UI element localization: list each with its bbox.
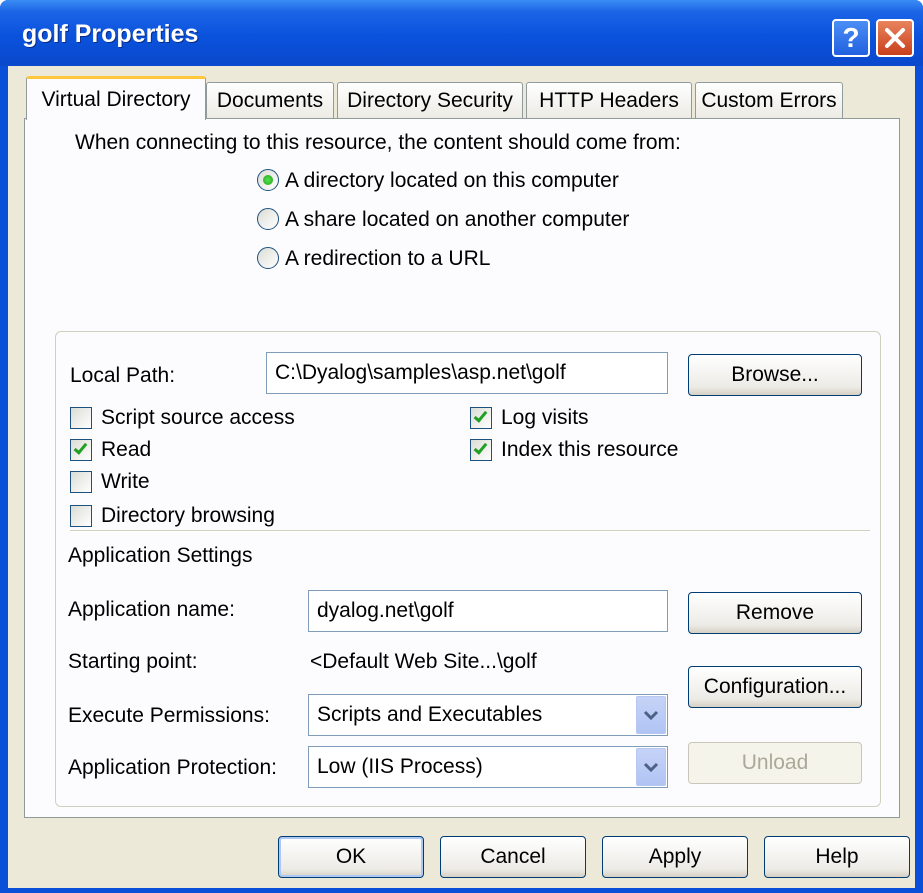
dropdown-button[interactable] bbox=[636, 696, 666, 734]
browse-button[interactable]: Browse... bbox=[688, 354, 862, 396]
starting-point-label: Starting point: bbox=[68, 650, 198, 673]
check-icon bbox=[473, 440, 488, 455]
local-path-label: Local Path: bbox=[70, 364, 176, 387]
checkbox-label: Log visits bbox=[501, 406, 589, 429]
script-source-access-checkbox[interactable] bbox=[70, 407, 92, 429]
radio-network-share[interactable] bbox=[257, 208, 279, 230]
tab-virtual-directory[interactable]: Virtual Directory bbox=[26, 76, 206, 120]
execute-permissions-select[interactable]: Scripts and Executables bbox=[308, 694, 668, 736]
chevron-down-icon bbox=[643, 710, 659, 721]
remove-label: Remove bbox=[735, 601, 815, 624]
chevron-down-icon bbox=[643, 762, 659, 773]
tab-custom-errors[interactable]: Custom Errors bbox=[695, 82, 843, 118]
local-path-input[interactable]: C:\Dyalog\samples\asp.net\golf bbox=[266, 352, 668, 394]
window-title: golf Properties bbox=[22, 20, 199, 48]
checkbox-label: Index this resource bbox=[501, 438, 679, 461]
app-name-input[interactable]: dyalog.net\golf bbox=[308, 590, 668, 632]
write-checkbox[interactable] bbox=[70, 471, 92, 493]
tab-label: Virtual Directory bbox=[41, 87, 191, 111]
help-button[interactable]: ? bbox=[832, 19, 870, 57]
browse-label: Browse... bbox=[731, 363, 819, 386]
checkbox-label: Directory browsing bbox=[101, 504, 275, 527]
app-name-label: Application name: bbox=[68, 598, 235, 621]
app-name-value: dyalog.net\golf bbox=[317, 599, 454, 622]
apply-button[interactable]: Apply bbox=[602, 836, 748, 878]
tab-directory-security[interactable]: Directory Security bbox=[337, 82, 523, 118]
settings-group: Local Path: C:\Dyalog\samples\asp.net\go… bbox=[55, 331, 881, 807]
unload-label: Unload bbox=[741, 751, 809, 774]
cancel-button[interactable]: Cancel bbox=[440, 836, 586, 878]
radio-label: A share located on another computer bbox=[285, 208, 630, 231]
remove-button[interactable]: Remove bbox=[688, 592, 862, 634]
check-icon bbox=[73, 440, 88, 455]
ok-label: OK bbox=[335, 845, 367, 868]
radio-url-redirection[interactable] bbox=[257, 247, 279, 269]
checkbox-label: Script source access bbox=[101, 406, 295, 429]
read-checkbox[interactable] bbox=[70, 439, 92, 461]
help-footer-button[interactable]: Help bbox=[764, 836, 910, 878]
close-icon bbox=[885, 28, 905, 48]
help-label: Help bbox=[815, 845, 859, 868]
local-path-value: C:\Dyalog\samples\asp.net\golf bbox=[275, 361, 566, 384]
tab-label: Custom Errors bbox=[701, 88, 837, 112]
app-protection-label: Application Protection: bbox=[68, 756, 277, 779]
tab-label: Directory Security bbox=[347, 88, 513, 112]
execute-permissions-label: Execute Permissions: bbox=[68, 704, 270, 727]
content-source-prompt: When connecting to this resource, the co… bbox=[75, 131, 681, 154]
radio-label: A redirection to a URL bbox=[285, 247, 491, 270]
app-protection-select[interactable]: Low (IIS Process) bbox=[308, 746, 668, 788]
app-settings-heading: Application Settings bbox=[68, 544, 253, 567]
radio-label: A directory located on this computer bbox=[285, 169, 619, 192]
ok-button[interactable]: OK bbox=[278, 836, 424, 878]
help-icon: ? bbox=[842, 22, 860, 53]
log-visits-checkbox[interactable] bbox=[470, 407, 492, 429]
dialog-client-area: Virtual Directory Documents Directory Se… bbox=[8, 66, 915, 888]
dropdown-button[interactable] bbox=[636, 748, 666, 786]
tab-panel-virtual-directory: When connecting to this resource, the co… bbox=[24, 118, 900, 818]
cancel-label: Cancel bbox=[480, 845, 546, 868]
starting-point-value: <Default Web Site...\golf bbox=[310, 650, 537, 673]
configuration-button[interactable]: Configuration... bbox=[688, 666, 862, 708]
execute-permissions-value: Scripts and Executables bbox=[317, 703, 543, 726]
app-protection-value: Low (IIS Process) bbox=[317, 755, 483, 778]
title-bar[interactable]: golf Properties ? bbox=[0, 0, 923, 66]
unload-button[interactable]: Unload bbox=[688, 742, 862, 784]
close-button[interactable] bbox=[876, 19, 914, 57]
apply-label: Apply bbox=[648, 845, 702, 868]
directory-browsing-checkbox[interactable] bbox=[70, 505, 92, 527]
tab-documents[interactable]: Documents bbox=[206, 82, 334, 118]
dialog-window: golf Properties ? Virtual Directory Docu… bbox=[0, 0, 923, 893]
tab-http-headers[interactable]: HTTP Headers bbox=[526, 82, 692, 118]
checkbox-label: Read bbox=[101, 438, 152, 461]
check-icon bbox=[473, 408, 488, 423]
tab-label: Documents bbox=[216, 88, 324, 112]
tab-label: HTTP Headers bbox=[539, 88, 679, 112]
index-resource-checkbox[interactable] bbox=[470, 439, 492, 461]
radio-local-directory[interactable] bbox=[257, 169, 279, 191]
configuration-label: Configuration... bbox=[703, 675, 847, 698]
checkbox-label: Write bbox=[101, 470, 150, 493]
section-divider bbox=[70, 530, 870, 532]
